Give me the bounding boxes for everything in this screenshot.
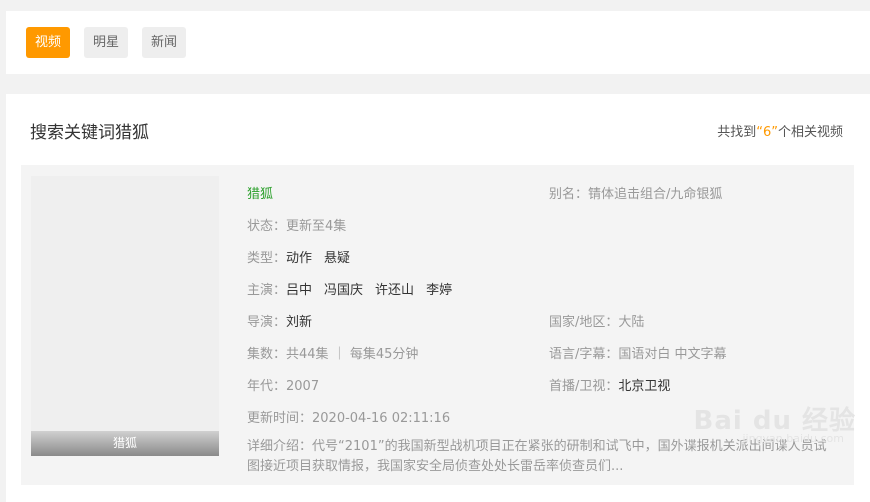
cast-member[interactable]: 吕中 [286,283,312,298]
result-count-number: “6” [756,125,778,140]
results-panel: 搜索关键词猎狐 共找到“6”个相关视频 猎狐 猎狐 别名：锖体追击组合/九命银狐… [6,94,870,502]
year-row: 年代：2007 [247,375,319,394]
genre-tag[interactable]: 悬疑 [324,251,350,266]
description-text: 代号“2101”的我国新型战机项目正在紧张的研制和试飞中，国外谍报机关派出间谍人… [247,439,827,474]
updated-label: 更新时间： [247,411,313,426]
alias-value: 锖体追击组合/九命银狐 [588,187,723,202]
genre-row: 类型：动作 悬疑 [247,247,350,266]
result-count: 共找到“6”个相关视频 [717,121,843,140]
cast-member[interactable]: 许还山 [375,283,414,298]
result-count-suffix: 个相关视频 [777,125,843,140]
region-label: 国家/地区： [549,315,619,330]
alias-row: 别名：锖体追击组合/九命银狐 [549,183,722,202]
status-label: 状态： [247,219,287,234]
year-value: 2007 [286,379,320,394]
cast-row: 主演：吕中 冯国庆 许还山 李婷 [247,279,452,298]
year-label: 年代： [247,379,287,394]
updated-value: 2020-04-16 02:11:16 [312,411,451,426]
poster-caption: 猎狐 [31,431,219,456]
premiere-value: 北京卫视 [618,379,671,394]
result-title-row: 猎狐 [247,183,273,202]
language-row: 语言/字幕：国语对白 中文字幕 [549,343,727,362]
description-label: 详细介绍： [247,439,313,454]
search-title: 搜索关键词猎狐 [30,123,149,143]
baidu-watermark-url: jingyan.baidu.com [742,432,844,445]
updated-row: 更新时间：2020-04-16 02:11:16 [247,407,450,426]
cast-label: 主演： [247,283,287,298]
director-label: 导演： [247,315,287,330]
alias-label: 别名： [549,187,589,202]
genre-label: 类型： [247,251,287,266]
episodes-label: 集数： [247,347,287,362]
genre-tag[interactable]: 动作 [286,251,312,266]
result-title-link[interactable]: 猎狐 [247,187,273,202]
poster-image[interactable]: 猎狐 [31,176,219,456]
cast-member[interactable]: 冯国庆 [324,283,363,298]
episodes-row: 集数：共44集 ｜ 每集45分钟 [247,343,418,362]
result-count-prefix: 共找到 [717,125,757,140]
region-row: 国家/地区：大陆 [549,311,644,330]
premiere-row: 首播/卫视：北京卫视 [549,375,670,394]
director-row: 导演：刘新 [247,311,312,330]
cast-member[interactable]: 李婷 [426,283,452,298]
episodes-value: 共44集 ｜ 每集45分钟 [286,347,419,362]
result-card: 猎狐 猎狐 别名：锖体追击组合/九命银狐 状态：更新至4集 类型：动作 悬疑 主演… [21,165,854,485]
tab-video[interactable]: 视频 [26,27,71,58]
tab-stars[interactable]: 明星 [84,27,129,58]
region-value: 大陆 [618,315,645,330]
language-label: 语言/字幕： [549,347,619,362]
tab-news[interactable]: 新闻 [142,27,187,58]
language-value: 国语对白 中文字幕 [618,347,727,362]
category-tabbar: 视频 明星 新闻 [6,11,870,74]
premiere-label: 首播/卫视： [549,379,619,394]
director-value[interactable]: 刘新 [286,315,312,330]
status-row: 状态：更新至4集 [247,215,346,234]
status-value: 更新至4集 [286,219,347,234]
